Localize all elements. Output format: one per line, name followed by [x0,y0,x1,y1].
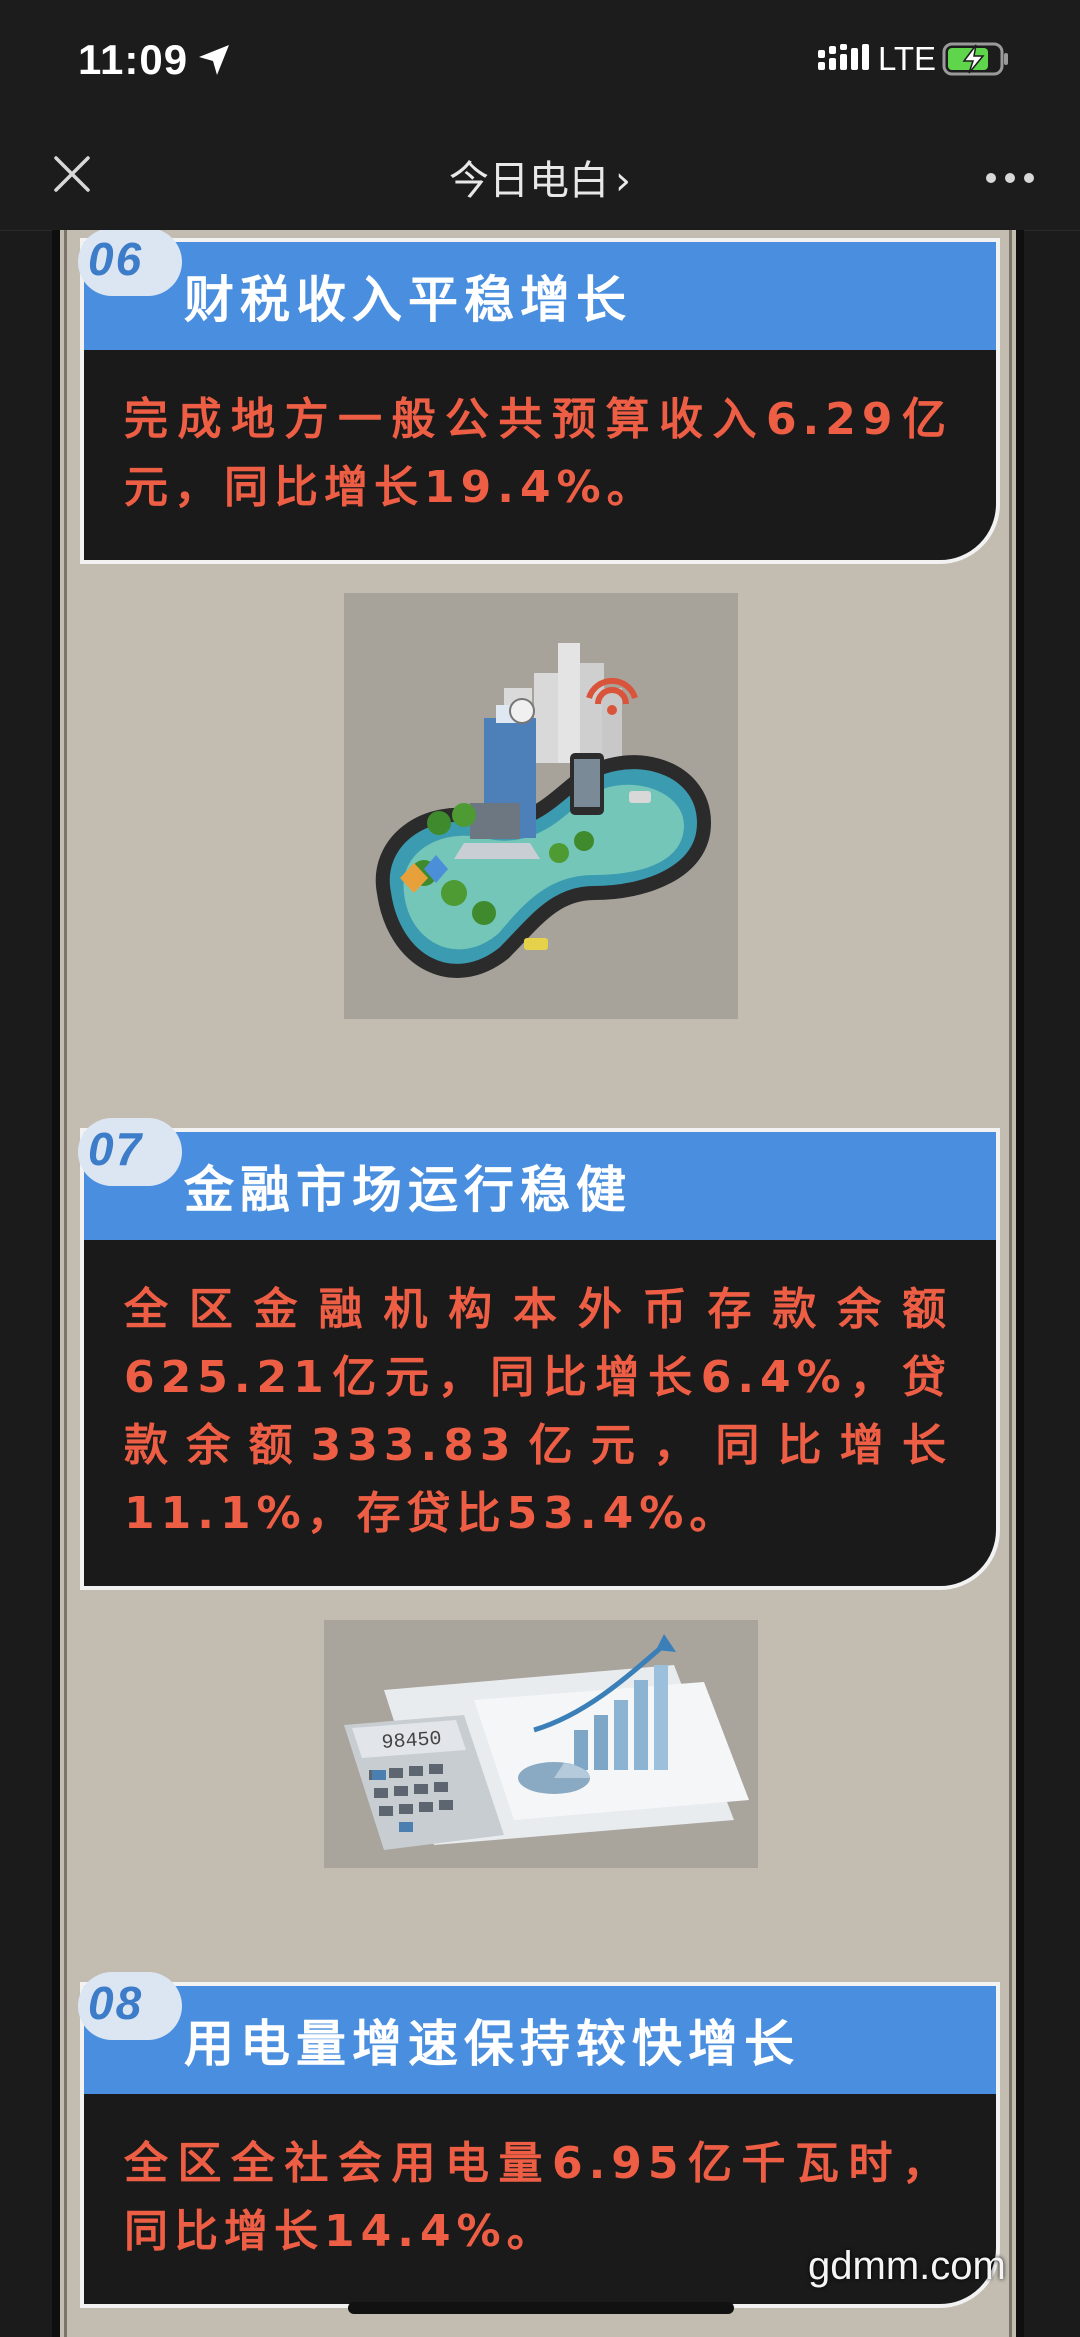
section-number: 08 [88,1977,144,2029]
section-title: 用电量增速保持较快增长 [184,2015,800,2073]
frame-rail-right [1009,230,1012,2337]
section-card-07: 07 金融市场运行稳健 全区金融机构本外币存款余额625.21亿元，同比增长6.… [78,1118,1000,1590]
nav-bar: 今日电白 › [0,120,1080,231]
section-body: 完成地方一般公共预算收入6.29亿元，同比增长19.4%。 [124,394,952,513]
more-options-icon[interactable] [985,172,1035,184]
section-title: 财税收入平稳增长 [184,271,632,329]
frame-rail-left [64,230,67,2337]
section-header: 07 金融市场运行稳健 [78,1118,996,1240]
location-arrow-icon [199,45,229,75]
account-title-link[interactable]: 今日电白 › [0,148,1080,206]
article-content[interactable]: 06 财税收入平稳增长 完成地方一般公共预算收入6.29亿元，同比增长19.4%… [52,230,1024,2337]
smart-city-illustration [344,593,738,1019]
section-number: 07 [88,1123,144,1175]
signal-icon [818,44,869,70]
chevron-right-icon: › [615,158,631,204]
section-header: 08 用电量增速保持较快增长 [78,1972,996,2094]
section-title: 金融市场运行稳健 [184,1161,632,1219]
section-body: 全区金融机构本外币存款余额625.21亿元，同比增长6.4%，贷款余额333.8… [124,1284,952,1539]
calculator-display: 98450 [381,1728,442,1755]
watermark: gdmm.com [808,2244,1006,2288]
section-card-06: 06 财税收入平稳增长 完成地方一般公共预算收入6.29亿元，同比增长19.4%… [78,230,1000,564]
status-time: 11:09 [78,36,189,83]
network-type: LTE [878,40,937,77]
section-number-badge: 07 [78,1118,182,1186]
account-title: 今日电白 [449,158,609,204]
section-number-badge: 06 [78,230,182,296]
home-indicator[interactable] [348,2302,734,2314]
status-bar: 11:09 LTE [0,0,1080,120]
section-number-badge: 08 [78,1972,182,2040]
battery-charging-icon [942,42,1008,76]
section-header: 06 财税收入平稳增长 [78,230,996,350]
finance-illustration: 98450 [324,1620,758,1868]
section-number: 06 [88,233,144,285]
